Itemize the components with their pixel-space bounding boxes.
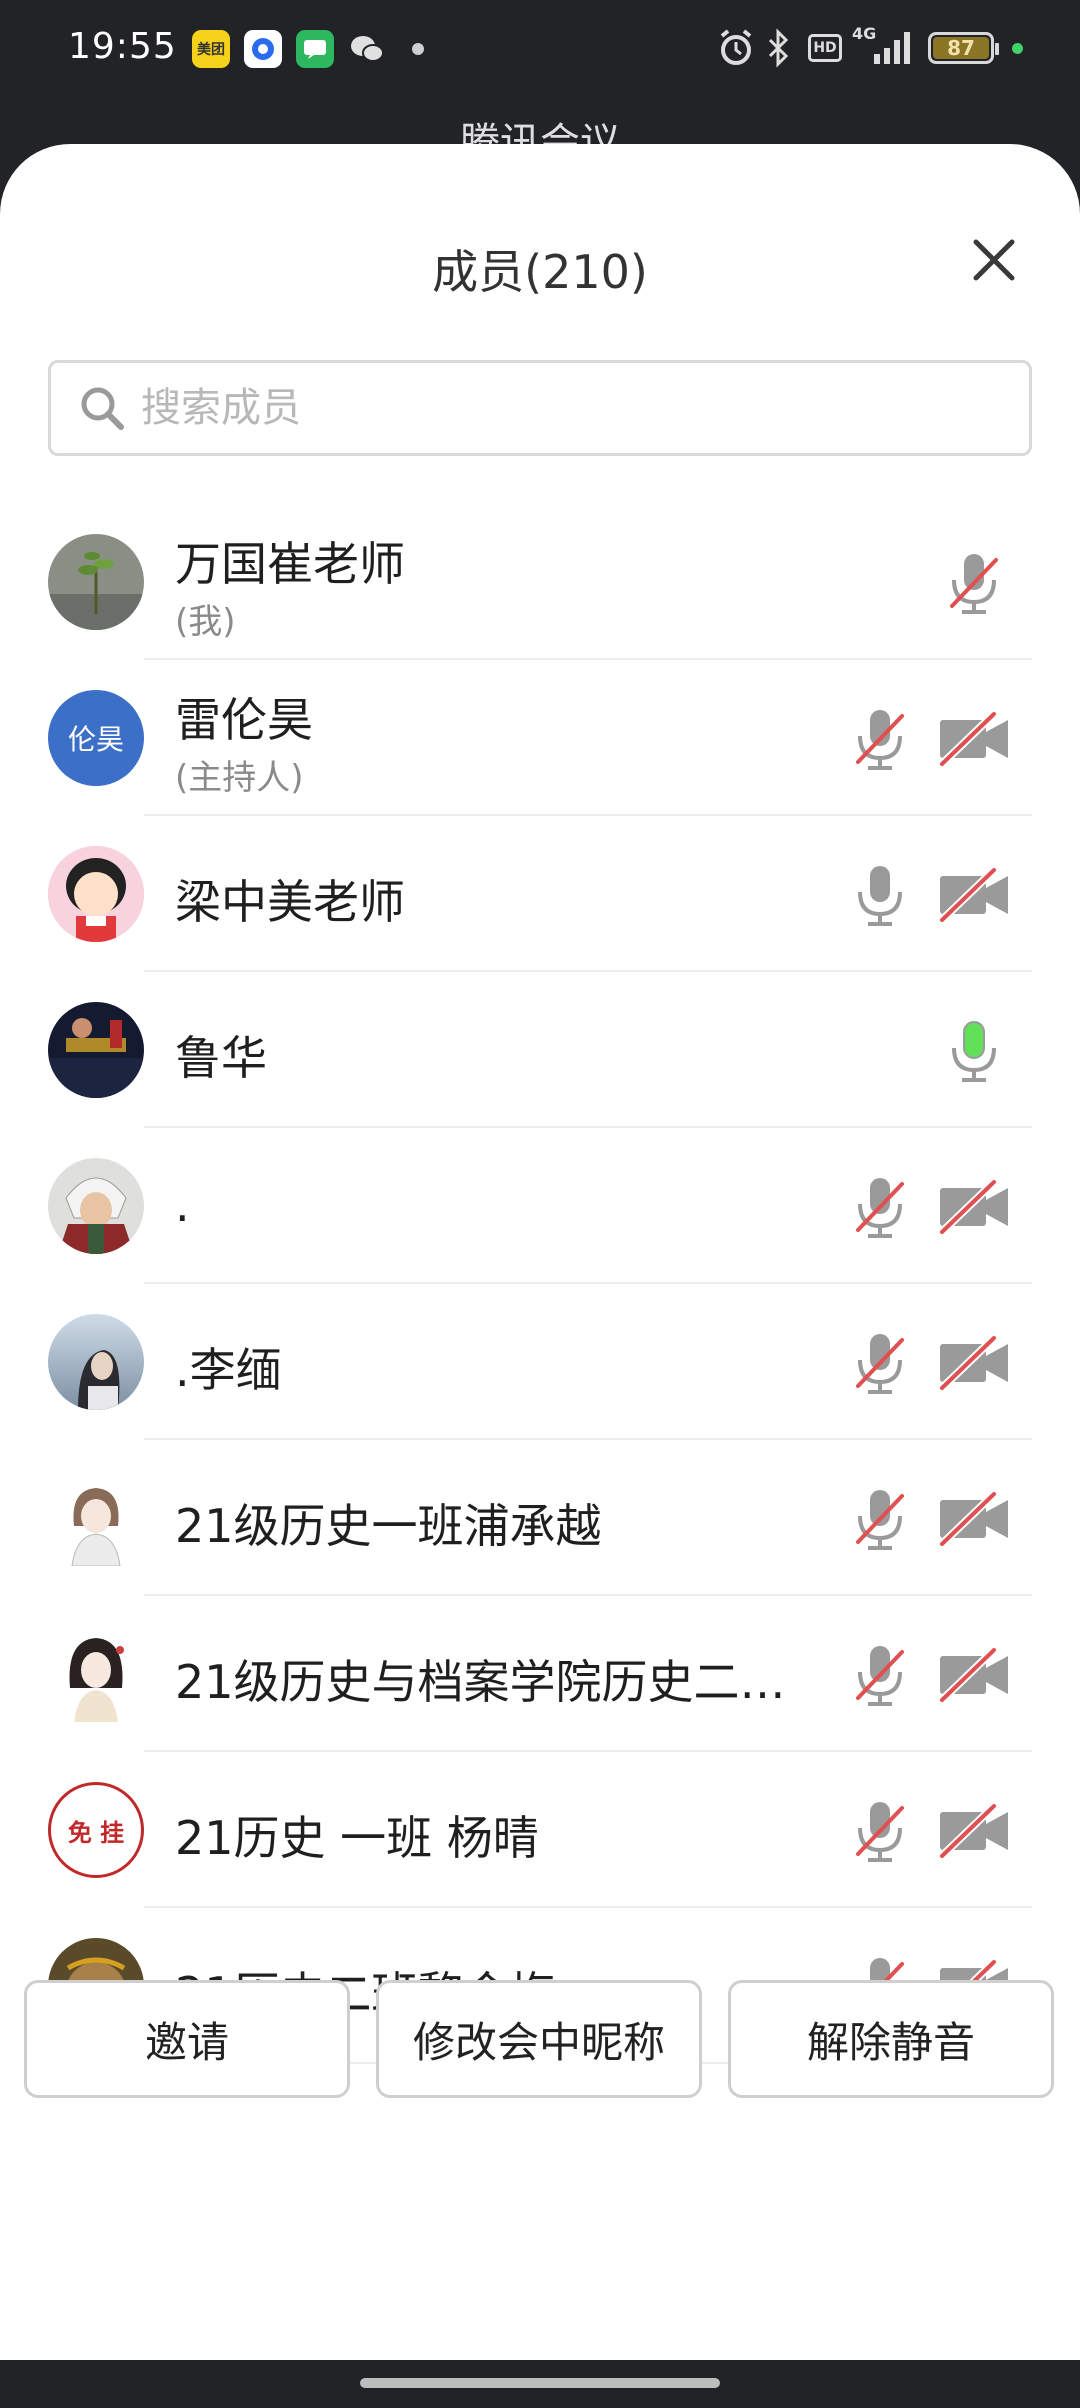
status-bar: 19:55 美团 HD 4G 87 xyxy=(0,0,1080,96)
panel-title: 成员(210) xyxy=(432,245,648,299)
clock: 19:55 xyxy=(68,26,177,67)
mic-on-icon[interactable] xyxy=(852,862,908,928)
mic-muted-icon[interactable] xyxy=(852,1174,908,1240)
member-name: 鲁华 xyxy=(175,1031,267,1085)
bluetooth-icon xyxy=(768,28,789,68)
member-name: 万国崔老师 xyxy=(175,537,405,591)
member-name: 雷伦昊 xyxy=(175,693,313,747)
camera-off-icon[interactable] xyxy=(938,868,1010,922)
member-name: 21级历史与档案学院历史二… xyxy=(175,1655,786,1709)
camera-off-icon[interactable] xyxy=(938,1180,1010,1234)
mic-muted-icon[interactable] xyxy=(852,1642,908,1708)
member-name: 21级历史一班浦承越 xyxy=(175,1499,602,1553)
avatar: 免 挂 xyxy=(48,1782,144,1878)
search-icon xyxy=(81,387,124,430)
avatar xyxy=(48,1626,144,1722)
alarm-icon xyxy=(720,29,752,65)
invite-button[interactable]: 邀请 xyxy=(24,1980,350,2098)
member-row[interactable]: 梁中美老师 xyxy=(0,816,1080,972)
camera-off-icon[interactable] xyxy=(938,1804,1010,1858)
meituan-icon: 美团 xyxy=(192,30,230,68)
navigation-bar xyxy=(0,2360,1080,2408)
member-tag: (我) xyxy=(175,602,236,642)
member-name: .李缅 xyxy=(175,1343,282,1397)
mic-muted-icon[interactable] xyxy=(852,1486,908,1552)
avatar xyxy=(48,846,144,942)
mic-muted-icon[interactable] xyxy=(852,706,908,772)
rename-button[interactable]: 修改会中昵称 xyxy=(376,1980,702,2098)
member-name: . xyxy=(175,1178,190,1232)
mic-muted-icon[interactable] xyxy=(852,1798,908,1864)
camera-off-icon[interactable] xyxy=(938,1492,1010,1546)
hd-icon: HD xyxy=(808,34,842,62)
wechat-icon xyxy=(348,30,386,68)
member-name: 梁中美老师 xyxy=(175,875,405,929)
privacy-indicator xyxy=(1012,43,1023,54)
avatar xyxy=(48,1002,144,1098)
mic-speaking-icon[interactable] xyxy=(946,1018,1002,1084)
member-row[interactable]: 万国崔老师 (我) xyxy=(0,504,1080,660)
member-row[interactable]: 21级历史一班浦承越 xyxy=(0,1440,1080,1596)
member-row[interactable]: 伦昊 雷伦昊 (主持人) xyxy=(0,660,1080,816)
camera-off-icon[interactable] xyxy=(938,712,1010,766)
battery-icon: 87 xyxy=(928,32,999,64)
blue-app-icon xyxy=(244,30,282,68)
member-row[interactable]: 免 挂 21历史 一班 杨晴 xyxy=(0,1752,1080,1908)
home-indicator[interactable] xyxy=(360,2378,720,2388)
camera-off-icon[interactable] xyxy=(938,1336,1010,1390)
avatar xyxy=(48,1158,144,1254)
member-row[interactable]: . xyxy=(0,1128,1080,1284)
member-row[interactable]: 21级历史与档案学院历史二… xyxy=(0,1596,1080,1752)
unmute-all-button[interactable]: 解除静音 xyxy=(728,1980,1054,2098)
member-row[interactable]: 鲁华 xyxy=(0,972,1080,1128)
avatar: 伦昊 xyxy=(48,690,144,786)
member-tag: (主持人) xyxy=(175,758,304,798)
camera-off-icon[interactable] xyxy=(938,1648,1010,1702)
close-icon[interactable] xyxy=(968,234,1020,286)
search-box[interactable] xyxy=(48,360,1032,456)
mic-muted-icon[interactable] xyxy=(852,1330,908,1396)
signal-icon xyxy=(874,32,910,64)
more-notifications-dot xyxy=(412,43,424,55)
avatar xyxy=(48,1470,144,1566)
avatar xyxy=(48,534,144,630)
messages-icon xyxy=(296,30,334,68)
mic-muted-icon[interactable] xyxy=(946,550,1002,616)
member-name: 21历史 一班 杨晴 xyxy=(175,1811,539,1865)
member-row[interactable]: .李缅 xyxy=(0,1284,1080,1440)
member-list: 万国崔老师 (我) 伦昊 雷伦昊 (主持人) 梁中美老师 鲁华 . .李缅 21… xyxy=(0,504,1080,2064)
avatar xyxy=(48,1314,144,1410)
search-input[interactable] xyxy=(141,385,941,431)
